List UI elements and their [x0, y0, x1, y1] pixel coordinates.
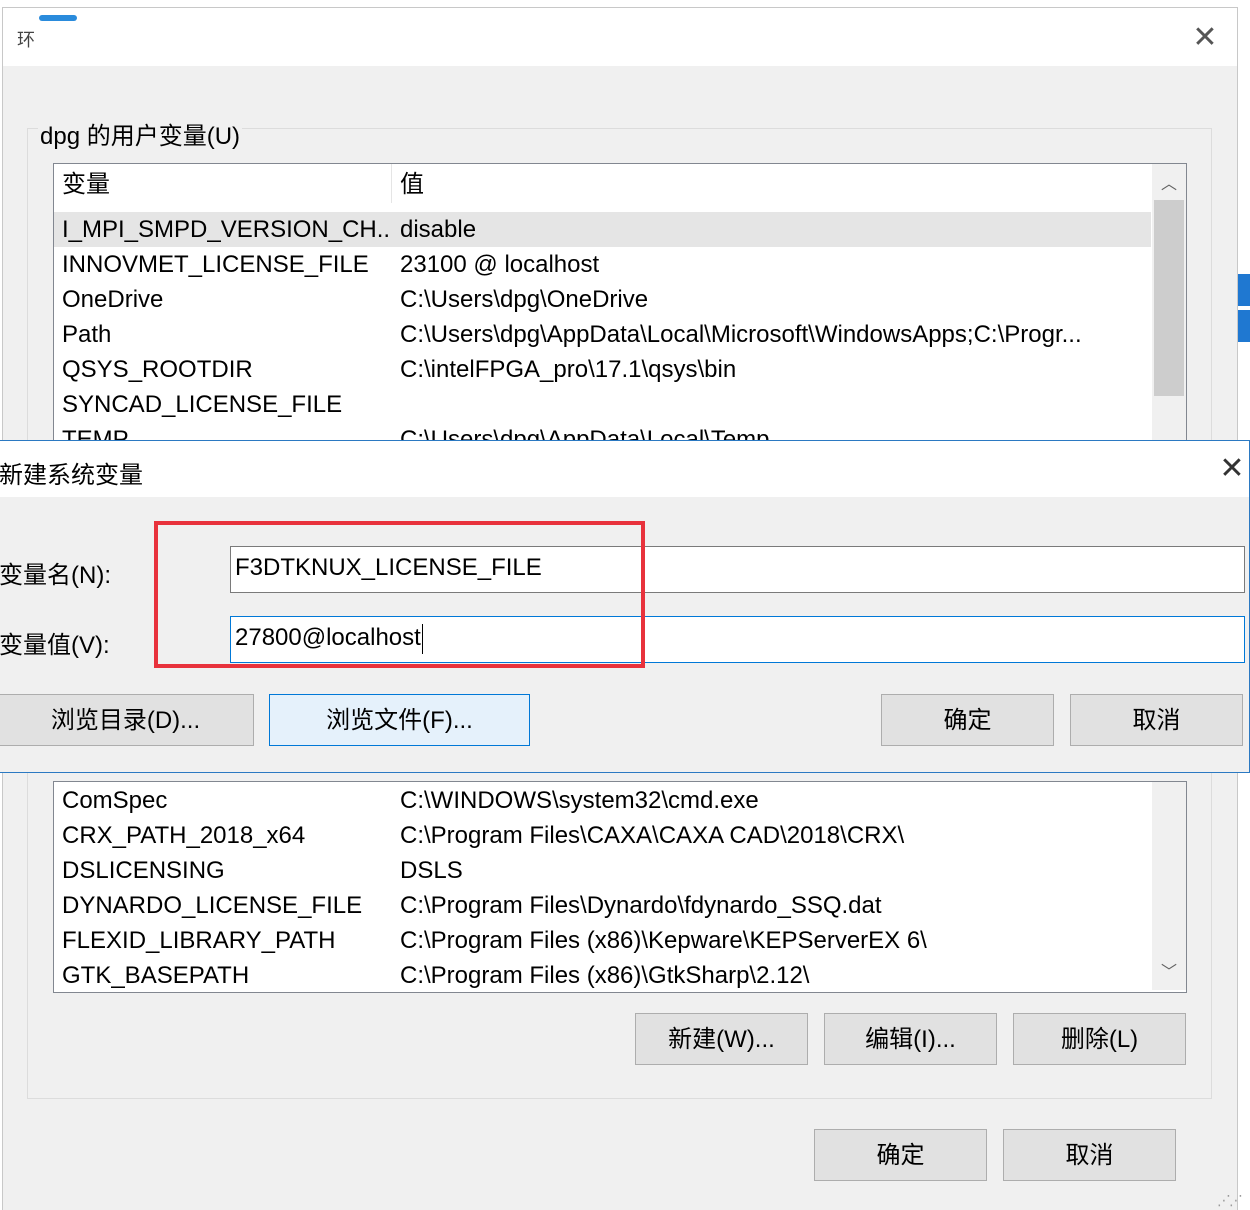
chevron-up-icon[interactable]: ︿: [1152, 170, 1186, 194]
variable-name-cell: DSLICENSING: [62, 857, 225, 884]
variable-name-label: 变量名(N):: [0, 562, 111, 589]
table-row[interactable]: DYNARDO_LICENSE_FILE C:\Program Files\Dyn…: [54, 888, 1151, 923]
variable-value-cell: 23100 @ localhost: [400, 251, 600, 278]
variable-name-cell: DYNARDO_LICENSE_FILE: [62, 892, 363, 919]
table-row[interactable]: Path C:\Users\dpg\AppData\Local\Microsoft…: [54, 317, 1151, 352]
variable-value-label: 变量值(V):: [0, 632, 110, 659]
dialog-ok-button[interactable]: 确定: [881, 694, 1054, 746]
scrollbar-thumb[interactable]: [1154, 200, 1184, 396]
annotation-highlight-box: [154, 521, 645, 668]
table-row[interactable]: SYNCAD_LICENSE_FILE: [54, 387, 1151, 422]
variable-name-cell: I_MPI_SMPD_VERSION_CH...: [62, 216, 392, 243]
variable-name-cell: OneDrive: [62, 286, 164, 313]
column-header-variable[interactable]: 变量: [54, 164, 392, 203]
scrollbar[interactable]: ﹀: [1152, 782, 1186, 990]
close-icon[interactable]: ✕: [1215, 451, 1249, 487]
table-row[interactable]: CRX_PATH_2018_x64 C:\Program Files\CAXA\C…: [54, 818, 1151, 853]
variable-name-cell: ComSpec: [62, 787, 168, 814]
variable-name-cell: Path: [62, 321, 112, 348]
variable-name-cell: CRX_PATH_2018_x64: [62, 822, 306, 849]
background-window-edge: [1238, 310, 1250, 342]
table-row[interactable]: ComSpec C:\WINDOWS\system32\cmd.exe: [54, 783, 1151, 818]
browse-file-button[interactable]: 浏览文件(F)...: [269, 694, 530, 746]
table-row[interactable]: QSYS_ROOTDIR C:\intelFPGA_pro\17.1\qsys\b…: [54, 352, 1151, 387]
scrollbar[interactable]: ︿: [1152, 164, 1186, 452]
variable-value-cell: DSLS: [400, 857, 463, 884]
table-row[interactable]: GTK_BASEPATH C:\Program Files (x86)\GtkSh…: [54, 958, 1151, 992]
variable-value-cell: C:\Program Files (x86)\GtkSharp\2.12\: [400, 962, 810, 989]
dialog-titlebar[interactable]: 新建系统变量 ✕: [0, 441, 1249, 497]
column-header-value[interactable]: 值: [393, 164, 424, 206]
window-icon: [39, 15, 77, 21]
table-row[interactable]: FLEXID_LIBRARY_PATH C:\Program Files (x86…: [54, 923, 1151, 958]
delete-variable-button[interactable]: 删除(L): [1013, 1013, 1186, 1065]
system-variables-list[interactable]: ComSpec C:\WINDOWS\system32\cmd.exe CRX_PA…: [53, 781, 1187, 993]
dialog-title: 新建系统变量: [0, 462, 143, 489]
variable-value-cell: C:\Users\dpg\OneDrive: [400, 286, 649, 313]
table-row[interactable]: INNOVMET_LICENSE_FILE 23100 @ localhost: [54, 247, 1151, 282]
chevron-down-icon[interactable]: ﹀: [1152, 958, 1186, 982]
variable-name-cell: INNOVMET_LICENSE_FILE: [62, 251, 369, 278]
variable-name-cell: GTK_BASEPATH: [62, 962, 250, 989]
table-row[interactable]: I_MPI_SMPD_VERSION_CH... disable: [54, 212, 1151, 247]
browse-directory-button[interactable]: 浏览目录(D)...: [0, 694, 254, 746]
variable-name-cell: QSYS_ROOTDIR: [62, 356, 253, 383]
variable-value-cell: C:\Program Files (x86)\Kepware\KEPServer…: [400, 927, 927, 954]
edit-variable-button[interactable]: 编辑(I)...: [824, 1013, 997, 1065]
table-row[interactable]: DSLICENSING DSLS: [54, 853, 1151, 888]
new-variable-button[interactable]: 新建(W)...: [635, 1013, 808, 1065]
variable-name-cell: SYNCAD_LICENSE_FILE: [62, 391, 343, 418]
cancel-button[interactable]: 取消: [1003, 1129, 1176, 1181]
variable-value-cell: C:\intelFPGA_pro\17.1\qsys\bin: [400, 356, 737, 383]
list-header: 变量 值: [54, 164, 1151, 203]
variable-value-cell: C:\WINDOWS\system32\cmd.exe: [400, 787, 759, 814]
table-row[interactable]: OneDrive C:\Users\dpg\OneDrive: [54, 282, 1151, 317]
resize-grip-icon[interactable]: ⋰⋰: [1217, 1192, 1243, 1209]
window-titlebar[interactable]: 环 ✕: [3, 8, 1237, 66]
window-title: 环: [17, 30, 35, 50]
variable-name-cell: FLEXID_LIBRARY_PATH: [62, 927, 336, 954]
variable-value-cell: C:\Users\dpg\AppData\Local\Microsoft\Win…: [400, 321, 1082, 348]
user-variables-label: dpg 的用户变量(U): [38, 116, 243, 151]
background-window-edge: [1238, 274, 1250, 306]
close-icon[interactable]: ✕: [1181, 20, 1229, 56]
ok-button[interactable]: 确定: [814, 1129, 987, 1181]
variable-value-cell: C:\Program Files\CAXA\CAXA CAD\2018\CRX\: [400, 822, 905, 849]
variable-value-cell: C:\Program Files\Dynardo\fdynardo_SSQ.da…: [400, 892, 882, 919]
dialog-cancel-button[interactable]: 取消: [1070, 694, 1243, 746]
user-variables-list[interactable]: 变量 值 I_MPI_SMPD_VERSION_CH... disable INNO…: [53, 163, 1187, 455]
variable-value-cell: disable: [400, 216, 477, 243]
